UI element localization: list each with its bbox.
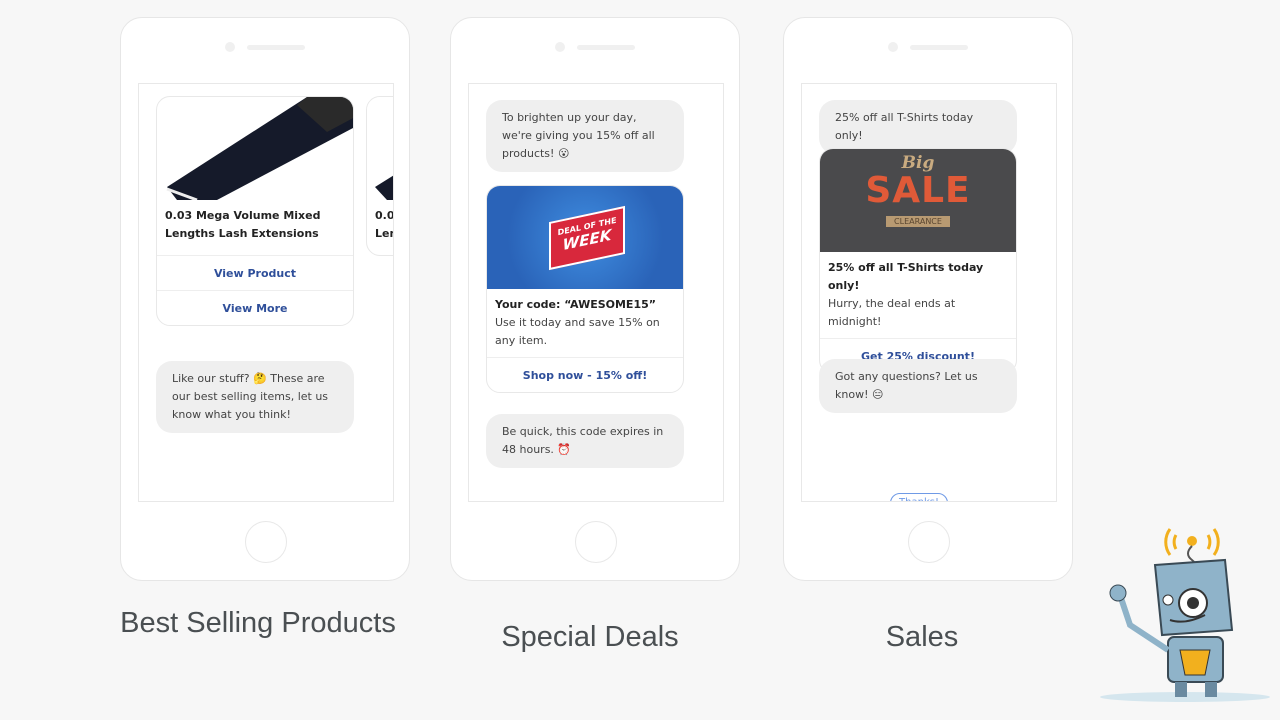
chat-screen: 0.03 Mega Volume Mixed Lengths Lash Exte… [138,83,394,502]
chat-screen: 25% off all T-Shirts today only! Big SAL… [801,83,1057,502]
quick-reply-thanks[interactable]: Thanks! [890,493,948,501]
chat-message: Like our stuff? 🤔 These are our best sel… [156,361,354,433]
sale-image-clearance: CLEARANCE [886,216,950,227]
deal-subtitle: Use it today and save 15% on any item. [495,316,660,347]
deal-image: DEAL OF THE WEEK [487,186,683,289]
sale-card: Big SALE CLEARANCE 25% off all T-Shirts … [819,148,1017,374]
next-product-title: 0.03 Mega Volume Mixed Lengths Lash Exte… [375,209,394,240]
chat-screen: To brighten up your day, we're giving yo… [468,83,724,502]
product-card: 0.03 Mega Volume Mixed Lengths Lash Exte… [156,96,354,326]
camera [225,42,235,52]
product-image [157,97,353,202]
sale-image: Big SALE CLEARANCE [820,149,1016,252]
robot-mascot-icon [1100,528,1270,702]
speaker [247,45,305,50]
chat-message: 25% off all T-Shirts today only! [819,100,1017,154]
chat-message: To brighten up your day, we're giving yo… [486,100,684,172]
caption-best-selling: Best Selling Products [120,607,396,639]
sale-image-sale: SALE [865,170,971,211]
chat-message: Be quick, this code expires in 48 hours.… [486,414,684,468]
shop-now-button[interactable]: Shop now - 15% off! [487,357,683,392]
next-product-card[interactable]: 0.03 Mega Volume Mixed Lengths Lash Exte… [366,96,394,256]
sale-title: 25% off all T-Shirts today only! [828,261,984,292]
home-button [575,521,617,563]
view-more-button[interactable]: View More [157,290,353,325]
chat-message: Got any questions? Let us know! 😑 [819,359,1017,413]
phone-special-deals: To brighten up your day, we're giving yo… [450,17,740,581]
sale-subtitle: Hurry, the deal ends at midnight! [828,297,956,328]
home-button [908,521,950,563]
phone-sales: 25% off all T-Shirts today only! Big SAL… [783,17,1073,581]
caption-sales: Sales [885,621,959,653]
view-product-button[interactable]: View Product [157,255,353,290]
phone-best-selling: 0.03 Mega Volume Mixed Lengths Lash Exte… [120,17,410,581]
caption-special-deals: Special Deals [501,621,679,653]
deal-title: Your code: “AWESOME15” [495,298,656,311]
product-title: 0.03 Mega Volume Mixed Lengths Lash Exte… [165,209,321,240]
deal-card: DEAL OF THE WEEK Your code: “AWESOME15” U… [486,185,684,393]
home-button [245,521,287,563]
